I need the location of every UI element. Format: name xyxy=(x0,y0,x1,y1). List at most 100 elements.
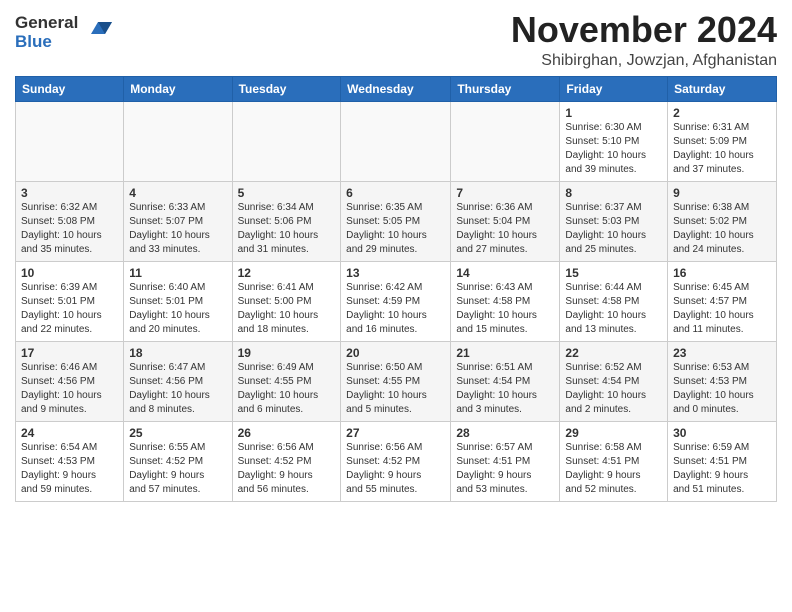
calendar-week-row: 1Sunrise: 6:30 AMSunset: 5:10 PMDaylight… xyxy=(16,101,777,181)
weekday-header-tuesday: Tuesday xyxy=(232,76,341,101)
calendar-cell: 29Sunrise: 6:58 AMSunset: 4:51 PMDayligh… xyxy=(560,421,668,501)
calendar-cell: 28Sunrise: 6:57 AMSunset: 4:51 PMDayligh… xyxy=(451,421,560,501)
title-block: November 2024 Shibirghan, Jowzjan, Afgha… xyxy=(511,10,777,70)
day-info: Sunrise: 6:42 AMSunset: 4:59 PMDaylight:… xyxy=(346,281,445,337)
day-number: 7 xyxy=(456,186,554,200)
calendar-cell xyxy=(232,101,341,181)
calendar-cell: 24Sunrise: 6:54 AMSunset: 4:53 PMDayligh… xyxy=(16,421,124,501)
day-number: 10 xyxy=(21,266,118,280)
calendar-cell: 10Sunrise: 6:39 AMSunset: 5:01 PMDayligh… xyxy=(16,261,124,341)
day-info: Sunrise: 6:33 AMSunset: 5:07 PMDaylight:… xyxy=(129,201,226,257)
day-info: Sunrise: 6:51 AMSunset: 4:54 PMDaylight:… xyxy=(456,361,554,417)
calendar-cell: 18Sunrise: 6:47 AMSunset: 4:56 PMDayligh… xyxy=(124,341,232,421)
weekday-header-sunday: Sunday xyxy=(16,76,124,101)
weekday-header-wednesday: Wednesday xyxy=(341,76,451,101)
calendar-week-row: 17Sunrise: 6:46 AMSunset: 4:56 PMDayligh… xyxy=(16,341,777,421)
calendar-cell: 17Sunrise: 6:46 AMSunset: 4:56 PMDayligh… xyxy=(16,341,124,421)
day-info: Sunrise: 6:39 AMSunset: 5:01 PMDaylight:… xyxy=(21,281,118,337)
day-number: 24 xyxy=(21,426,118,440)
calendar-cell: 8Sunrise: 6:37 AMSunset: 5:03 PMDaylight… xyxy=(560,181,668,261)
day-info: Sunrise: 6:54 AMSunset: 4:53 PMDaylight:… xyxy=(21,441,118,497)
day-info: Sunrise: 6:37 AMSunset: 5:03 PMDaylight:… xyxy=(565,201,662,257)
calendar-cell: 15Sunrise: 6:44 AMSunset: 4:58 PMDayligh… xyxy=(560,261,668,341)
day-number: 11 xyxy=(129,266,226,280)
calendar-table: SundayMondayTuesdayWednesdayThursdayFrid… xyxy=(15,76,777,502)
day-number: 1 xyxy=(565,106,662,120)
month-title: November 2024 xyxy=(511,10,777,50)
day-info: Sunrise: 6:52 AMSunset: 4:54 PMDaylight:… xyxy=(565,361,662,417)
day-number: 29 xyxy=(565,426,662,440)
day-number: 9 xyxy=(673,186,771,200)
calendar-cell xyxy=(124,101,232,181)
calendar-cell xyxy=(16,101,124,181)
day-number: 14 xyxy=(456,266,554,280)
day-number: 2 xyxy=(673,106,771,120)
day-number: 6 xyxy=(346,186,445,200)
day-number: 5 xyxy=(238,186,336,200)
header: General Blue November 2024 Shibirghan, J… xyxy=(15,10,777,70)
day-info: Sunrise: 6:34 AMSunset: 5:06 PMDaylight:… xyxy=(238,201,336,257)
calendar-week-row: 24Sunrise: 6:54 AMSunset: 4:53 PMDayligh… xyxy=(16,421,777,501)
day-number: 16 xyxy=(673,266,771,280)
day-info: Sunrise: 6:49 AMSunset: 4:55 PMDaylight:… xyxy=(238,361,336,417)
calendar-cell: 4Sunrise: 6:33 AMSunset: 5:07 PMDaylight… xyxy=(124,181,232,261)
calendar-cell: 3Sunrise: 6:32 AMSunset: 5:08 PMDaylight… xyxy=(16,181,124,261)
calendar-cell: 1Sunrise: 6:30 AMSunset: 5:10 PMDaylight… xyxy=(560,101,668,181)
weekday-header-monday: Monday xyxy=(124,76,232,101)
day-info: Sunrise: 6:53 AMSunset: 4:53 PMDaylight:… xyxy=(673,361,771,417)
day-number: 8 xyxy=(565,186,662,200)
calendar-cell xyxy=(451,101,560,181)
calendar-cell: 9Sunrise: 6:38 AMSunset: 5:02 PMDaylight… xyxy=(668,181,777,261)
location-title: Shibirghan, Jowzjan, Afghanistan xyxy=(511,52,777,70)
day-info: Sunrise: 6:45 AMSunset: 4:57 PMDaylight:… xyxy=(673,281,771,337)
calendar-week-row: 10Sunrise: 6:39 AMSunset: 5:01 PMDayligh… xyxy=(16,261,777,341)
calendar-cell: 7Sunrise: 6:36 AMSunset: 5:04 PMDaylight… xyxy=(451,181,560,261)
day-info: Sunrise: 6:56 AMSunset: 4:52 PMDaylight:… xyxy=(346,441,445,497)
weekday-header-friday: Friday xyxy=(560,76,668,101)
logo: General Blue xyxy=(15,14,113,51)
logo-general: General xyxy=(15,13,78,32)
day-number: 15 xyxy=(565,266,662,280)
logo-text: General Blue xyxy=(15,14,113,51)
day-number: 18 xyxy=(129,346,226,360)
day-info: Sunrise: 6:57 AMSunset: 4:51 PMDaylight:… xyxy=(456,441,554,497)
calendar-cell: 6Sunrise: 6:35 AMSunset: 5:05 PMDaylight… xyxy=(341,181,451,261)
day-info: Sunrise: 6:58 AMSunset: 4:51 PMDaylight:… xyxy=(565,441,662,497)
day-info: Sunrise: 6:43 AMSunset: 4:58 PMDaylight:… xyxy=(456,281,554,337)
logo-icon xyxy=(83,12,113,42)
logo-blue: Blue xyxy=(15,32,52,51)
day-info: Sunrise: 6:55 AMSunset: 4:52 PMDaylight:… xyxy=(129,441,226,497)
calendar-week-row: 3Sunrise: 6:32 AMSunset: 5:08 PMDaylight… xyxy=(16,181,777,261)
day-number: 12 xyxy=(238,266,336,280)
day-number: 27 xyxy=(346,426,445,440)
calendar-cell: 26Sunrise: 6:56 AMSunset: 4:52 PMDayligh… xyxy=(232,421,341,501)
day-info: Sunrise: 6:46 AMSunset: 4:56 PMDaylight:… xyxy=(21,361,118,417)
calendar-cell: 14Sunrise: 6:43 AMSunset: 4:58 PMDayligh… xyxy=(451,261,560,341)
day-number: 25 xyxy=(129,426,226,440)
day-number: 13 xyxy=(346,266,445,280)
day-info: Sunrise: 6:36 AMSunset: 5:04 PMDaylight:… xyxy=(456,201,554,257)
day-info: Sunrise: 6:32 AMSunset: 5:08 PMDaylight:… xyxy=(21,201,118,257)
day-number: 21 xyxy=(456,346,554,360)
day-info: Sunrise: 6:59 AMSunset: 4:51 PMDaylight:… xyxy=(673,441,771,497)
calendar-cell: 19Sunrise: 6:49 AMSunset: 4:55 PMDayligh… xyxy=(232,341,341,421)
calendar-cell: 5Sunrise: 6:34 AMSunset: 5:06 PMDaylight… xyxy=(232,181,341,261)
calendar-cell: 2Sunrise: 6:31 AMSunset: 5:09 PMDaylight… xyxy=(668,101,777,181)
day-number: 3 xyxy=(21,186,118,200)
calendar-cell: 11Sunrise: 6:40 AMSunset: 5:01 PMDayligh… xyxy=(124,261,232,341)
day-number: 19 xyxy=(238,346,336,360)
day-info: Sunrise: 6:40 AMSunset: 5:01 PMDaylight:… xyxy=(129,281,226,337)
calendar-cell: 30Sunrise: 6:59 AMSunset: 4:51 PMDayligh… xyxy=(668,421,777,501)
day-info: Sunrise: 6:30 AMSunset: 5:10 PMDaylight:… xyxy=(565,121,662,177)
weekday-header-saturday: Saturday xyxy=(668,76,777,101)
calendar-cell: 21Sunrise: 6:51 AMSunset: 4:54 PMDayligh… xyxy=(451,341,560,421)
calendar-cell: 23Sunrise: 6:53 AMSunset: 4:53 PMDayligh… xyxy=(668,341,777,421)
day-info: Sunrise: 6:50 AMSunset: 4:55 PMDaylight:… xyxy=(346,361,445,417)
calendar-cell: 20Sunrise: 6:50 AMSunset: 4:55 PMDayligh… xyxy=(341,341,451,421)
day-number: 26 xyxy=(238,426,336,440)
calendar-cell: 25Sunrise: 6:55 AMSunset: 4:52 PMDayligh… xyxy=(124,421,232,501)
day-info: Sunrise: 6:41 AMSunset: 5:00 PMDaylight:… xyxy=(238,281,336,337)
day-info: Sunrise: 6:44 AMSunset: 4:58 PMDaylight:… xyxy=(565,281,662,337)
calendar-cell: 22Sunrise: 6:52 AMSunset: 4:54 PMDayligh… xyxy=(560,341,668,421)
page: General Blue November 2024 Shibirghan, J… xyxy=(0,0,792,612)
